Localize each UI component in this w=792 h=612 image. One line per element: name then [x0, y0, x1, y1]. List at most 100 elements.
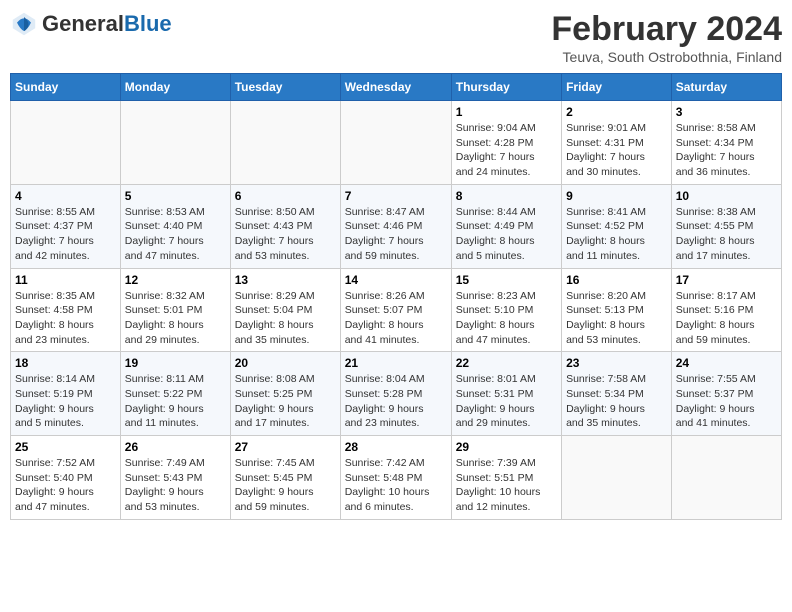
calendar-table: SundayMondayTuesdayWednesdayThursdayFrid… — [10, 73, 782, 520]
calendar-cell: 21 Sunrise: 8:04 AM Sunset: 5:28 PM Dayli… — [340, 352, 451, 436]
page-header: General Blue February 2024 Teuva, South … — [10, 10, 782, 65]
day-info: Sunrise: 7:49 AM Sunset: 5:43 PM Dayligh… — [125, 456, 226, 515]
day-number: 2 — [566, 105, 667, 119]
calendar-cell — [340, 101, 451, 185]
column-header-wednesday: Wednesday — [340, 74, 451, 101]
day-number: 1 — [456, 105, 557, 119]
day-info: Sunrise: 8:26 AM Sunset: 5:07 PM Dayligh… — [345, 289, 447, 348]
calendar-cell: 17 Sunrise: 8:17 AM Sunset: 5:16 PM Dayli… — [671, 268, 781, 352]
day-info: Sunrise: 7:52 AM Sunset: 5:40 PM Dayligh… — [15, 456, 116, 515]
calendar-cell: 14 Sunrise: 8:26 AM Sunset: 5:07 PM Dayli… — [340, 268, 451, 352]
day-info: Sunrise: 8:38 AM Sunset: 4:55 PM Dayligh… — [676, 205, 777, 264]
day-info: Sunrise: 7:42 AM Sunset: 5:48 PM Dayligh… — [345, 456, 447, 515]
day-number: 22 — [456, 356, 557, 370]
logo-icon — [10, 10, 38, 38]
calendar-cell: 1Sunrise: 9:04 AM Sunset: 4:28 PM Daylig… — [451, 101, 561, 185]
calendar-cell: 18Sunrise: 8:14 AM Sunset: 5:19 PM Dayli… — [11, 352, 121, 436]
day-info: Sunrise: 8:04 AM Sunset: 5:28 PM Dayligh… — [345, 372, 447, 431]
day-info: Sunrise: 8:20 AM Sunset: 5:13 PM Dayligh… — [566, 289, 667, 348]
day-info: Sunrise: 8:41 AM Sunset: 4:52 PM Dayligh… — [566, 205, 667, 264]
calendar-cell: 27Sunrise: 7:45 AM Sunset: 5:45 PM Dayli… — [230, 436, 340, 520]
day-info: Sunrise: 8:32 AM Sunset: 5:01 PM Dayligh… — [125, 289, 226, 348]
calendar-cell: 8 Sunrise: 8:44 AM Sunset: 4:49 PM Daylig… — [451, 184, 561, 268]
day-number: 18 — [15, 356, 116, 370]
day-number: 17 — [676, 273, 777, 287]
title-block: February 2024 Teuva, South Ostrobothnia,… — [551, 10, 782, 65]
location: Teuva, South Ostrobothnia, Finland — [551, 49, 782, 65]
column-header-thursday: Thursday — [451, 74, 561, 101]
day-info: Sunrise: 7:39 AM Sunset: 5:51 PM Dayligh… — [456, 456, 557, 515]
day-number: 8 — [456, 189, 557, 203]
column-header-sunday: Sunday — [11, 74, 121, 101]
calendar-cell: 28 Sunrise: 7:42 AM Sunset: 5:48 PM Dayli… — [340, 436, 451, 520]
day-number: 11 — [15, 273, 116, 287]
calendar-cell: 13 Sunrise: 8:29 AM Sunset: 5:04 PM Dayli… — [230, 268, 340, 352]
day-info: Sunrise: 8:47 AM Sunset: 4:46 PM Dayligh… — [345, 205, 447, 264]
day-number: 19 — [125, 356, 226, 370]
day-number: 24 — [676, 356, 777, 370]
day-number: 20 — [235, 356, 336, 370]
day-info: Sunrise: 8:17 AM Sunset: 5:16 PM Dayligh… — [676, 289, 777, 348]
day-number: 12 — [125, 273, 226, 287]
calendar-cell — [671, 436, 781, 520]
day-info: Sunrise: 8:08 AM Sunset: 5:25 PM Dayligh… — [235, 372, 336, 431]
calendar-cell — [11, 101, 121, 185]
column-header-monday: Monday — [120, 74, 230, 101]
calendar-cell: 16 Sunrise: 8:20 AM Sunset: 5:13 PM Dayli… — [562, 268, 672, 352]
calendar-week-3: 11Sunrise: 8:35 AM Sunset: 4:58 PM Dayli… — [11, 268, 782, 352]
day-info: Sunrise: 8:55 AM Sunset: 4:37 PM Dayligh… — [15, 205, 116, 264]
calendar-cell: 22 Sunrise: 8:01 AM Sunset: 5:31 PM Dayli… — [451, 352, 561, 436]
calendar-cell: 29 Sunrise: 7:39 AM Sunset: 5:51 PM Dayli… — [451, 436, 561, 520]
day-info: Sunrise: 7:58 AM Sunset: 5:34 PM Dayligh… — [566, 372, 667, 431]
calendar-header-row: SundayMondayTuesdayWednesdayThursdayFrid… — [11, 74, 782, 101]
column-header-saturday: Saturday — [671, 74, 781, 101]
day-info: Sunrise: 9:01 AM Sunset: 4:31 PM Dayligh… — [566, 121, 667, 180]
month-title: February 2024 — [551, 10, 782, 49]
column-header-tuesday: Tuesday — [230, 74, 340, 101]
calendar-week-4: 18Sunrise: 8:14 AM Sunset: 5:19 PM Dayli… — [11, 352, 782, 436]
day-number: 4 — [15, 189, 116, 203]
calendar-cell: 4 Sunrise: 8:55 AM Sunset: 4:37 PM Daylig… — [11, 184, 121, 268]
calendar-week-1: 1Sunrise: 9:04 AM Sunset: 4:28 PM Daylig… — [11, 101, 782, 185]
day-number: 14 — [345, 273, 447, 287]
day-info: Sunrise: 8:50 AM Sunset: 4:43 PM Dayligh… — [235, 205, 336, 264]
calendar-week-5: 25Sunrise: 7:52 AM Sunset: 5:40 PM Dayli… — [11, 436, 782, 520]
calendar-cell: 6 Sunrise: 8:50 AM Sunset: 4:43 PM Daylig… — [230, 184, 340, 268]
day-number: 7 — [345, 189, 447, 203]
calendar-cell — [120, 101, 230, 185]
day-number: 6 — [235, 189, 336, 203]
calendar-cell: 11Sunrise: 8:35 AM Sunset: 4:58 PM Dayli… — [11, 268, 121, 352]
calendar-cell: 20 Sunrise: 8:08 AM Sunset: 5:25 PM Dayli… — [230, 352, 340, 436]
day-number: 16 — [566, 273, 667, 287]
day-number: 10 — [676, 189, 777, 203]
column-header-friday: Friday — [562, 74, 672, 101]
calendar-cell: 2 Sunrise: 9:01 AM Sunset: 4:31 PM Daylig… — [562, 101, 672, 185]
day-number: 28 — [345, 440, 447, 454]
day-info: Sunrise: 7:55 AM Sunset: 5:37 PM Dayligh… — [676, 372, 777, 431]
day-number: 3 — [676, 105, 777, 119]
day-number: 15 — [456, 273, 557, 287]
day-info: Sunrise: 8:23 AM Sunset: 5:10 PM Dayligh… — [456, 289, 557, 348]
day-number: 29 — [456, 440, 557, 454]
day-info: Sunrise: 8:58 AM Sunset: 4:34 PM Dayligh… — [676, 121, 777, 180]
calendar-cell — [230, 101, 340, 185]
logo: General Blue — [10, 10, 172, 38]
calendar-cell: 9 Sunrise: 8:41 AM Sunset: 4:52 PM Daylig… — [562, 184, 672, 268]
day-info: Sunrise: 8:53 AM Sunset: 4:40 PM Dayligh… — [125, 205, 226, 264]
day-info: Sunrise: 8:01 AM Sunset: 5:31 PM Dayligh… — [456, 372, 557, 431]
day-info: Sunrise: 8:44 AM Sunset: 4:49 PM Dayligh… — [456, 205, 557, 264]
calendar-cell: 7 Sunrise: 8:47 AM Sunset: 4:46 PM Daylig… — [340, 184, 451, 268]
calendar-cell: 15 Sunrise: 8:23 AM Sunset: 5:10 PM Dayli… — [451, 268, 561, 352]
day-info: Sunrise: 7:45 AM Sunset: 5:45 PM Dayligh… — [235, 456, 336, 515]
calendar-cell: 23 Sunrise: 7:58 AM Sunset: 5:34 PM Dayli… — [562, 352, 672, 436]
calendar-cell: 5Sunrise: 8:53 AM Sunset: 4:40 PM Daylig… — [120, 184, 230, 268]
logo-general: General — [42, 12, 124, 36]
day-number: 23 — [566, 356, 667, 370]
day-number: 9 — [566, 189, 667, 203]
calendar-cell: 3 Sunrise: 8:58 AM Sunset: 4:34 PM Daylig… — [671, 101, 781, 185]
day-number: 26 — [125, 440, 226, 454]
day-number: 13 — [235, 273, 336, 287]
calendar-cell — [562, 436, 672, 520]
day-number: 21 — [345, 356, 447, 370]
day-info: Sunrise: 8:29 AM Sunset: 5:04 PM Dayligh… — [235, 289, 336, 348]
